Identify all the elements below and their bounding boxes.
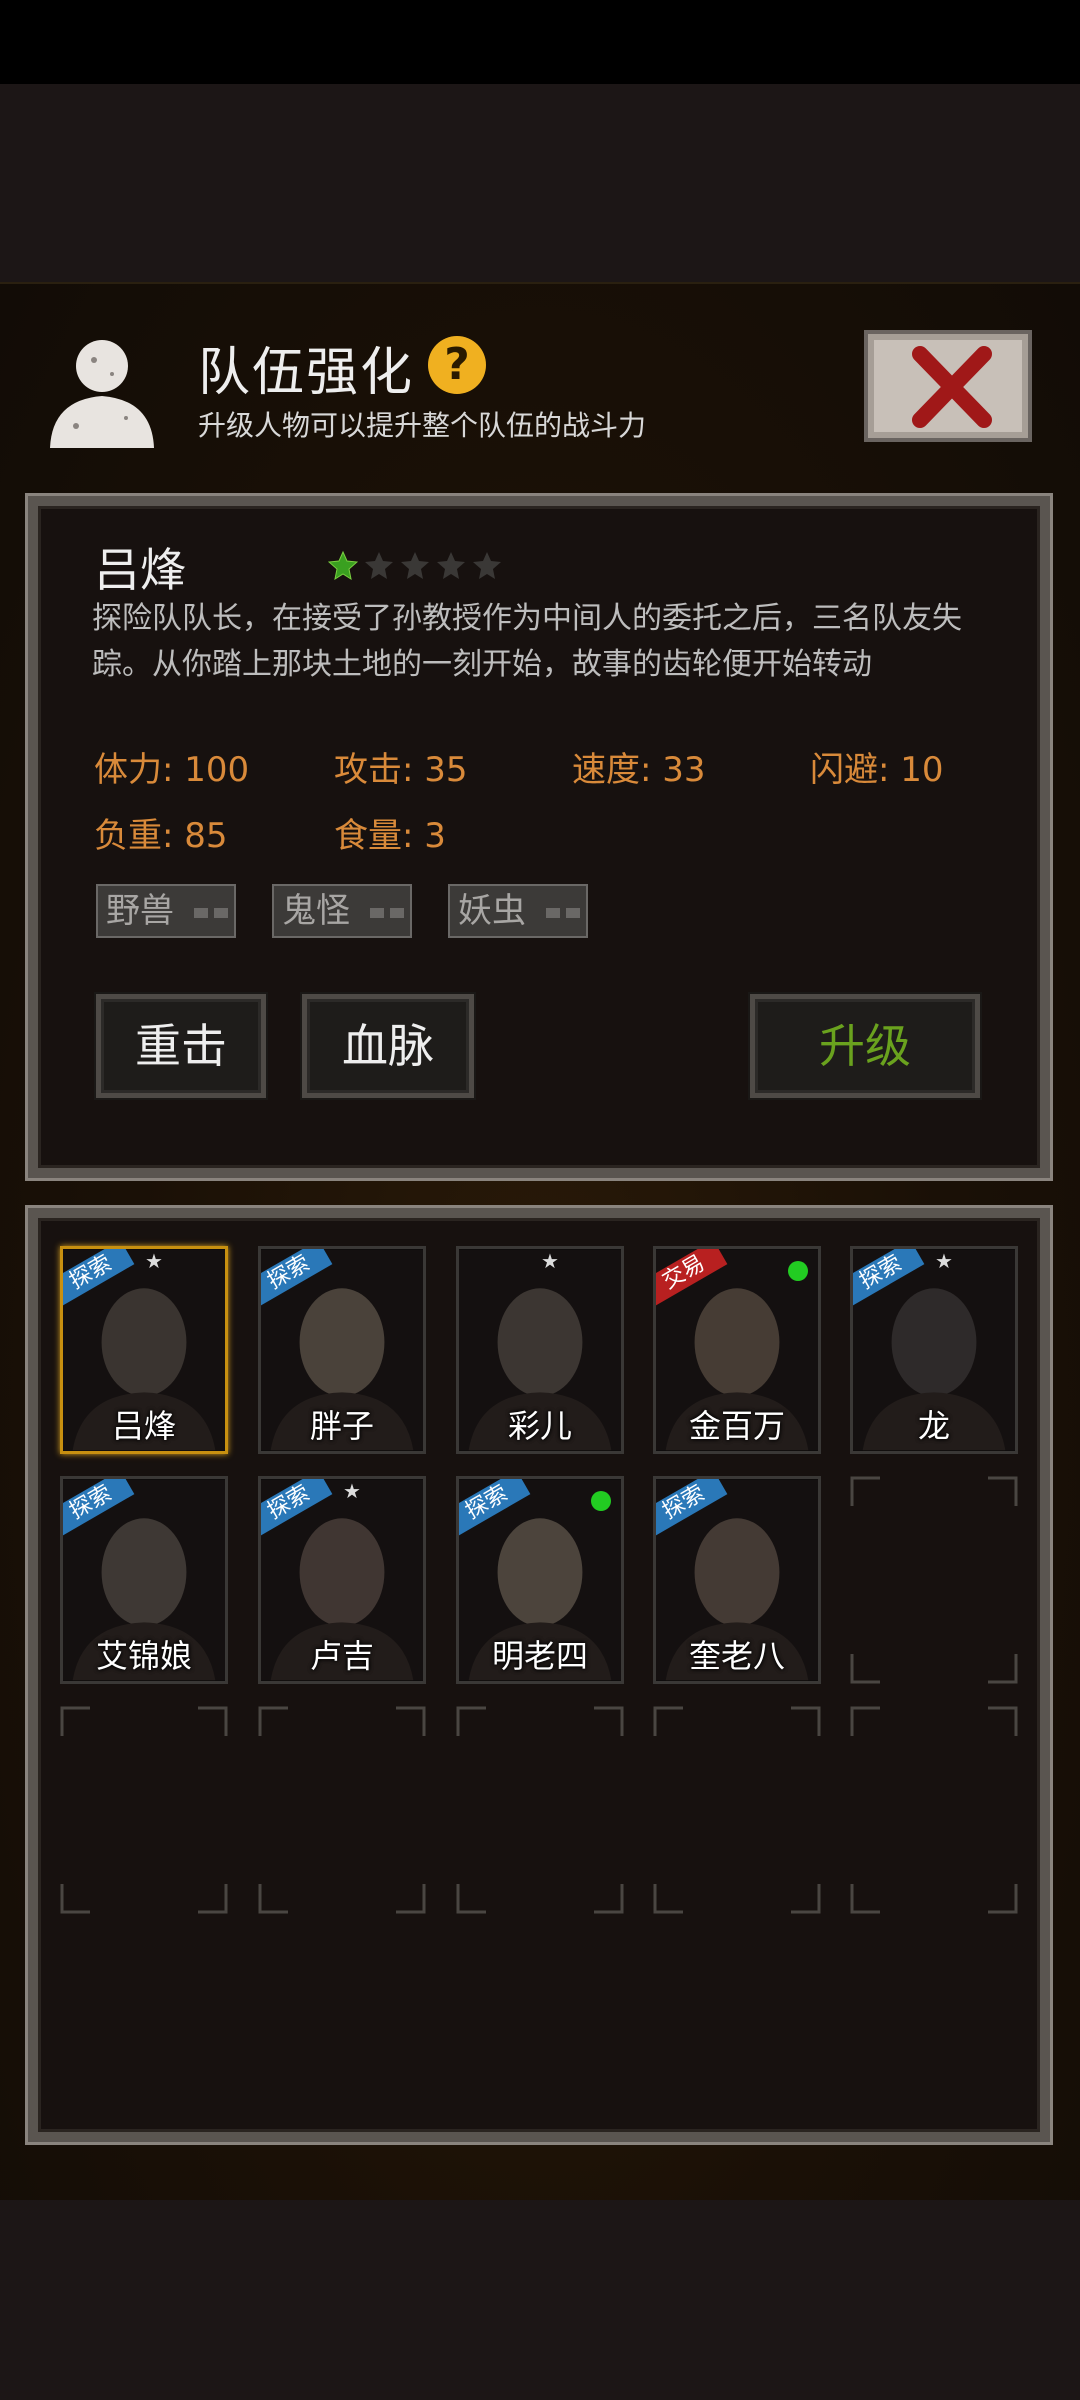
roster-card[interactable]: 探索 奎老八 <box>653 1476 821 1684</box>
tag-insect: 妖虫 <box>448 884 588 938</box>
status-bar <box>0 0 1080 84</box>
rank-star-icon: ★ <box>343 1479 361 1503</box>
roster-card-name: 吕烽 <box>111 1407 176 1445</box>
help-icon[interactable]: ? <box>428 336 486 394</box>
roster-card-name: 明老四 <box>491 1637 588 1675</box>
tag-level-bar <box>370 908 404 918</box>
stat-speed: 速度: 33 <box>572 750 706 790</box>
roster-card-name: 金百万 <box>688 1407 785 1445</box>
stat-dodge: 闪避: 10 <box>810 750 944 790</box>
roster-card[interactable]: 探索 明老四 <box>456 1476 624 1684</box>
empty-slot <box>456 1706 624 1914</box>
roster-card-name: 卢吉 <box>309 1637 374 1675</box>
roster-card-name: 彩儿 <box>507 1407 572 1445</box>
status-dot <box>788 1261 808 1281</box>
status-dot <box>591 1491 611 1511</box>
stat-food: 食量: 3 <box>334 816 446 856</box>
tag-beast: 野兽 <box>96 884 236 938</box>
empty-slot <box>850 1476 1018 1684</box>
star-filled-icon <box>328 550 358 580</box>
star-empty-icon <box>401 552 429 579</box>
skill-bloodline-button[interactable]: 血脉 <box>302 994 474 1098</box>
upgrade-button[interactable]: 升级 <box>750 994 980 1098</box>
close-button[interactable] <box>864 330 1032 442</box>
empty-slot <box>850 1706 1018 1914</box>
page-subtitle: 升级人物可以提升整个队伍的战斗力 <box>198 409 647 442</box>
roster-card-name: 艾锦娘 <box>95 1637 192 1675</box>
roster-card[interactable]: 探索 胖子 <box>258 1246 426 1454</box>
page-title: 队伍强化 <box>198 343 415 403</box>
empty-slot <box>60 1706 228 1914</box>
roster-card[interactable]: 探索 ★ 吕烽 <box>60 1246 228 1454</box>
roster-card[interactable]: 探索 ★ 卢吉 <box>258 1476 426 1684</box>
roster-card[interactable]: ★ 彩儿 <box>456 1246 624 1454</box>
rank-star-icon: ★ <box>145 1249 163 1273</box>
rank-star-icon: ★ <box>935 1249 953 1273</box>
roster-card[interactable]: 探索 ★ 龙 <box>850 1246 1018 1454</box>
stat-hp: 体力: 100 <box>94 750 250 790</box>
star-empty-icon <box>473 552 501 579</box>
empty-slot <box>258 1706 426 1914</box>
empty-slot <box>653 1706 821 1914</box>
silhouette-avatar-icon <box>50 340 154 448</box>
roster-card[interactable]: 交易 金百万 <box>653 1246 821 1454</box>
roster-card[interactable]: 探索 艾锦娘 <box>60 1476 228 1684</box>
stat-load: 负重: 85 <box>94 816 228 856</box>
tag-level-bar <box>194 908 228 918</box>
close-icon <box>912 346 992 428</box>
rank-star-icon: ★ <box>541 1249 559 1273</box>
tag-level-bar <box>546 908 580 918</box>
tag-label: 野兽 <box>106 891 174 931</box>
roster-card-name: 胖子 <box>309 1407 374 1445</box>
character-description: 探险队队长，在接受了孙教授作为中间人的委托之后，三名队友失踪。从你踏上那块土地的… <box>92 601 962 682</box>
star-empty-icon <box>365 552 393 579</box>
roster-card-name: 奎老八 <box>688 1637 785 1675</box>
roster-card-name: 龙 <box>917 1407 950 1445</box>
character-name: 吕烽 <box>94 543 186 597</box>
skill-heavy-strike-button[interactable]: 重击 <box>96 994 266 1098</box>
stat-attack: 攻击: 35 <box>334 750 468 790</box>
tag-label: 妖虫 <box>458 891 526 931</box>
star-rating <box>328 550 502 580</box>
tag-label: 鬼怪 <box>282 891 350 931</box>
star-empty-icon <box>437 552 465 579</box>
tag-ghost: 鬼怪 <box>272 884 412 938</box>
